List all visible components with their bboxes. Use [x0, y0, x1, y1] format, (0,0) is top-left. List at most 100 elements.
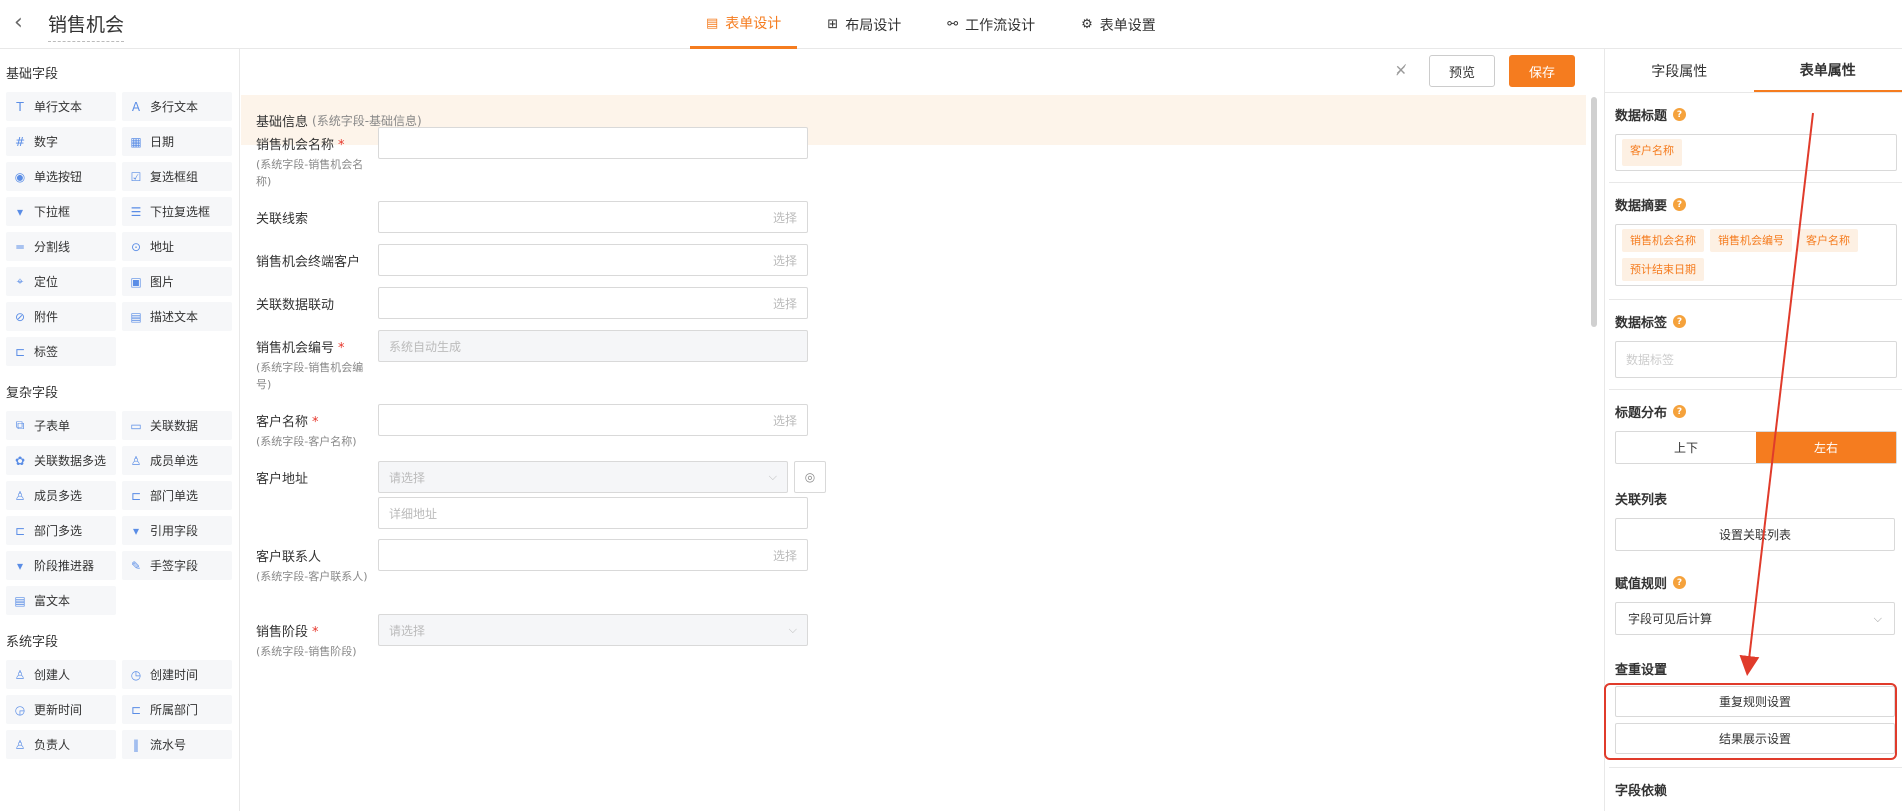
field-input[interactable]: 选择: [378, 539, 808, 571]
field-label: 销售机会终端客户: [256, 253, 376, 272]
data-tags-input[interactable]: 数据标签: [1615, 341, 1897, 378]
palette-field-item[interactable]: ‖ 流水号: [122, 730, 232, 759]
field-input[interactable]: 详细地址: [378, 497, 808, 529]
help-icon[interactable]: ?: [1673, 405, 1687, 418]
field-input[interactable]: 系统自动生成: [378, 330, 808, 362]
palette-field-item[interactable]: ✿ 关联数据多选: [6, 446, 116, 475]
magic-wand-icon[interactable]: ✕̸: [1395, 63, 1407, 79]
tab-1[interactable]: ⊞ 布局设计: [811, 0, 917, 49]
field-type-icon: ▦: [130, 134, 142, 149]
palette-field-item[interactable]: ▭ 关联数据: [122, 411, 232, 440]
palette-field-item[interactable]: ◶ 更新时间: [6, 695, 116, 724]
save-button[interactable]: 保存: [1509, 55, 1575, 87]
palette-field-item[interactable]: ▾ 下拉框: [6, 197, 116, 226]
palette-field-item[interactable]: ▾ 引用字段: [122, 516, 232, 545]
preview-button[interactable]: 预览: [1429, 55, 1495, 87]
field-type-icon: ▾: [132, 523, 140, 538]
palette-field-label: 成员单选: [150, 454, 199, 468]
app-root: ‹ 销售机会 ▤ 表单设计 ⊞ 布局设计 ⚯ 工作流设计 ⚙ 表单设置 基础字段 T 单行文本 A 多…: [0, 0, 1902, 811]
palette-field-item[interactable]: ⌖ 定位: [6, 267, 116, 296]
palette-field-item[interactable]: ⊘ 附件: [6, 302, 116, 331]
help-icon[interactable]: ?: [1673, 315, 1687, 328]
field-input[interactable]: 选择: [378, 404, 808, 436]
title-layout-option[interactable]: 上下: [1616, 432, 1756, 463]
field-tag[interactable]: 销售机会编号: [1710, 229, 1792, 252]
help-icon[interactable]: ?: [1673, 198, 1687, 211]
app-title[interactable]: 销售机会: [48, 10, 125, 42]
palette-field-item[interactable]: ▣ 图片: [122, 267, 232, 296]
field-type-icon: ✿: [14, 453, 26, 468]
tab-0[interactable]: ▤ 表单设计: [690, 0, 798, 49]
field-system-note: (系统字段-销售机会名称): [256, 158, 364, 188]
panel-tab-0[interactable]: 字段属性: [1605, 49, 1754, 92]
palette-field-item[interactable]: ▾ 阶段推进器: [6, 551, 116, 580]
required-mark: *: [312, 625, 319, 640]
location-icon[interactable]: ◎: [794, 461, 826, 493]
field-label-text: 销售阶段: [256, 625, 309, 640]
field-tag[interactable]: 销售机会名称: [1622, 229, 1704, 252]
palette-field-label: 部门多选: [34, 524, 83, 538]
palette-field-label: 创建时间: [150, 668, 199, 682]
field-label-text: 销售机会编号: [256, 341, 335, 356]
field-type-icon: ☰: [130, 204, 142, 219]
palette-field-item[interactable]: ♙ 创建人: [6, 660, 116, 689]
palette-field-item[interactable]: ⊏ 部门单选: [122, 481, 232, 510]
field-input[interactable]: 请选择 ⌵: [378, 461, 788, 493]
palette-field-item[interactable]: ═ 分割线: [6, 232, 116, 261]
assign-rule-select[interactable]: 字段可见后计算 ⌵: [1615, 602, 1895, 635]
field-label: 销售机会编号 * (系统字段-销售机会编号): [256, 339, 376, 393]
field-input[interactable]: 请选择 ⌵: [378, 614, 808, 646]
field-tag[interactable]: 预计结束日期: [1622, 258, 1704, 281]
palette-field-item[interactable]: ⧉ 子表单: [6, 411, 116, 440]
tab-2[interactable]: ⚯ 工作流设计: [931, 0, 1051, 49]
field-input[interactable]: 选择: [378, 244, 808, 276]
data-title-label: 数据标题: [1615, 109, 1668, 124]
result-display-button[interactable]: 结果展示设置: [1615, 723, 1895, 754]
palette-field-label: 单行文本: [34, 100, 83, 114]
palette-field-item[interactable]: A 多行文本: [122, 92, 232, 121]
palette-field-item[interactable]: ♙ 成员单选: [122, 446, 232, 475]
help-icon[interactable]: ?: [1673, 108, 1687, 121]
field-type-icon: ⊏: [130, 702, 142, 717]
palette-field-item[interactable]: ☑ 复选框组: [122, 162, 232, 191]
dedupe-rule-button[interactable]: 重复规则设置: [1615, 686, 1895, 717]
palette-field-item[interactable]: ☰ 下拉复选框: [122, 197, 232, 226]
property-panel: 字段属性 表单属性 数据标题? 客户名称 数据摘要? 销售机会名称 销售机会编号 客户…: [1604, 49, 1902, 811]
palette-field-item[interactable]: ◉ 单选按钮: [6, 162, 116, 191]
field-input[interactable]: 选择: [378, 201, 808, 233]
tab-3[interactable]: ⚙ 表单设置: [1065, 0, 1172, 49]
field-dependency-label: 字段依赖: [1615, 784, 1668, 799]
palette-field-item[interactable]: ◷ 创建时间: [122, 660, 232, 689]
chevron-left-icon[interactable]: ‹: [14, 10, 23, 35]
palette-field-item[interactable]: ▤ 富文本: [6, 586, 116, 615]
palette-field-item[interactable]: ⊏ 所属部门: [122, 695, 232, 724]
palette-field-item[interactable]: ⊏ 标签: [6, 337, 116, 366]
chevron-down-icon: ⌵: [1873, 611, 1882, 625]
palette-field-item[interactable]: ⊙ 地址: [122, 232, 232, 261]
field-label-text: 客户联系人: [256, 550, 322, 565]
palette-field-item[interactable]: ♙ 负责人: [6, 730, 116, 759]
data-title-box[interactable]: 客户名称: [1615, 134, 1897, 171]
palette-field-item[interactable]: ♙ 成员多选: [6, 481, 116, 510]
palette-field-item[interactable]: ▤ 描述文本: [122, 302, 232, 331]
field-tag[interactable]: 客户名称: [1622, 139, 1682, 166]
palette-field-item[interactable]: T 单行文本: [6, 92, 116, 121]
data-summary-box[interactable]: 销售机会名称 销售机会编号 客户名称预计结束日期: [1615, 224, 1897, 286]
palette-field-item[interactable]: ⊏ 部门多选: [6, 516, 116, 545]
divider: [1609, 182, 1902, 183]
palette-field-item[interactable]: ▦ 日期: [122, 127, 232, 156]
field-type-icon: ♙: [130, 453, 142, 468]
palette-field-item[interactable]: ✎ 手签字段: [122, 551, 232, 580]
field-label: 客户联系人 (系统字段-客户联系人): [256, 548, 376, 585]
field-input[interactable]: 选择: [378, 287, 808, 319]
help-icon[interactable]: ?: [1673, 576, 1687, 589]
field-tag[interactable]: 客户名称: [1798, 229, 1858, 252]
canvas-scrollbar[interactable]: [1591, 97, 1597, 327]
field-label-text: 关联线索: [256, 212, 309, 227]
title-layout-option[interactable]: 左右: [1756, 432, 1896, 463]
top-header: ‹ 销售机会 ▤ 表单设计 ⊞ 布局设计 ⚯ 工作流设计 ⚙ 表单设置: [0, 0, 1902, 49]
panel-tab-1[interactable]: 表单属性: [1753, 49, 1902, 92]
field-input[interactable]: [378, 127, 808, 159]
set-related-list-button[interactable]: 设置关联列表: [1615, 518, 1895, 551]
palette-field-item[interactable]: # 数字: [6, 127, 116, 156]
